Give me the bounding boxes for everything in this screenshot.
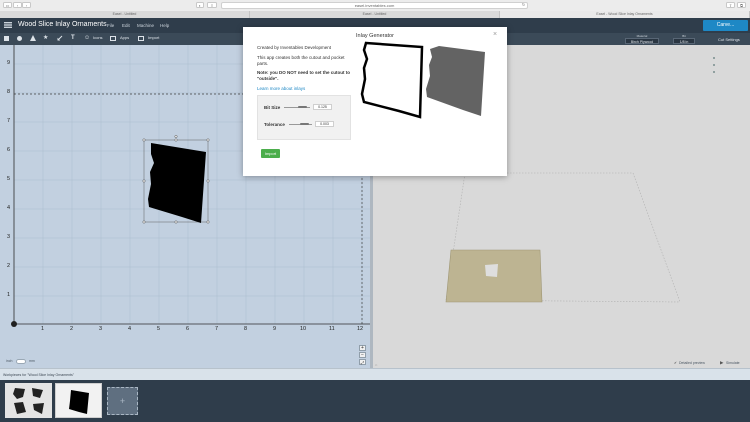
icons-tool-label[interactable]: Icons <box>93 35 103 40</box>
unit-mm-label: mm <box>29 359 35 363</box>
menu-machine[interactable]: Machine <box>137 23 154 28</box>
material-select[interactable]: Birch Plywood <box>625 38 659 44</box>
bit-select[interactable]: 1/8 in <box>673 38 695 44</box>
workpiece-thumbnail-active[interactable] <box>55 383 102 418</box>
square-shape-icon[interactable] <box>4 36 9 41</box>
star-shape-icon[interactable]: ★ <box>43 35 48 41</box>
note-text: Note: you DO NOT need to set the cutout … <box>257 70 350 81</box>
tolerance-slider-handle[interactable] <box>300 123 309 125</box>
address-bar[interactable]: easel.inventables.com <box>221 2 528 9</box>
inlay-pocket-shape <box>426 46 485 116</box>
easel-logo-icon[interactable] <box>4 22 12 28</box>
inlay-generator-dialog: Inlay Generator × Created by Inventables… <box>243 27 507 176</box>
unit-inch-label: inch <box>6 359 13 363</box>
detailed-preview-label[interactable]: Detailed preview <box>679 361 705 365</box>
reload-icon[interactable]: ↻ <box>520 2 527 8</box>
learn-more-link[interactable]: Learn more about inlays <box>257 86 305 92</box>
tolerance-label: Tolerance <box>264 122 285 127</box>
browser-tab[interactable]: Easel - Untitled <box>250 11 500 18</box>
apps-tool-icon[interactable] <box>110 36 116 41</box>
inlay-cutout-outline <box>360 41 424 119</box>
unit-toggle[interactable] <box>16 359 26 364</box>
detailed-preview-checkbox[interactable]: ✔ <box>674 361 677 365</box>
simulate-button[interactable]: Simulate <box>726 361 740 365</box>
import-button[interactable]: Import <box>261 149 280 158</box>
carve-button[interactable]: Carve... <box>703 20 748 31</box>
import-tool-icon[interactable] <box>138 36 144 41</box>
bit-size-input[interactable]: 0.125 <box>313 104 332 110</box>
menu-edit[interactable]: Edit <box>122 23 130 28</box>
project-title[interactable]: Wood Slice Inlay Ornaments <box>18 21 107 28</box>
back-icon[interactable]: ‹ <box>13 2 22 8</box>
close-icon[interactable]: × <box>493 31 497 38</box>
reader-icon[interactable]: ≡ <box>207 2 217 8</box>
plus-icon: + <box>119 396 126 406</box>
privacy-icon[interactable]: ◐ <box>196 2 204 8</box>
workpiece-thumbnail[interactable] <box>5 383 52 418</box>
menu-help[interactable]: Help <box>160 23 169 28</box>
created-by-text: Created by Inventables Development <box>257 45 332 50</box>
circle-shape-icon[interactable] <box>17 36 22 41</box>
inlay-preview <box>360 41 485 119</box>
add-workpiece-button[interactable]: + <box>107 387 138 415</box>
share-icon[interactable]: ⇪ <box>726 2 735 8</box>
dialog-title: Inlay Generator <box>356 33 394 39</box>
cut-settings-link[interactable]: Cut Settings <box>718 37 740 42</box>
text-tool-icon[interactable]: T <box>71 35 75 41</box>
triangle-shape-icon[interactable] <box>30 35 36 41</box>
bit-size-label: Bit Size <box>264 105 281 110</box>
import-tool-label[interactable]: Import <box>148 35 159 40</box>
tabs-icon[interactable]: ⧉ <box>737 2 746 8</box>
browser-tab-active[interactable]: Easel - Wood Slice Inlay Ornaments <box>500 11 750 18</box>
settings-panel: Bit Size 0.125 Tolerance 0.003 <box>257 95 351 140</box>
sidebar-toggle-icon[interactable]: ▭ <box>3 2 12 8</box>
icons-tool-icon[interactable]: ☺ <box>84 35 90 41</box>
menu-file[interactable]: File <box>107 23 114 28</box>
browser-tab[interactable]: Easel - Untitled <box>0 11 250 18</box>
description-text: This app creates both the cutout and poc… <box>257 55 345 66</box>
tolerance-input[interactable]: 0.003 <box>315 121 334 127</box>
pen-tool-icon[interactable] <box>57 35 63 41</box>
forward-icon[interactable]: › <box>22 2 31 8</box>
bit-size-slider-handle[interactable] <box>298 106 307 108</box>
workpieces-label[interactable]: Workpieces for "Wood Slice Inlay Ornamen… <box>3 373 74 377</box>
simulate-icon[interactable]: ▶ <box>720 360 723 366</box>
apps-tool-label[interactable]: Apps <box>120 35 129 40</box>
